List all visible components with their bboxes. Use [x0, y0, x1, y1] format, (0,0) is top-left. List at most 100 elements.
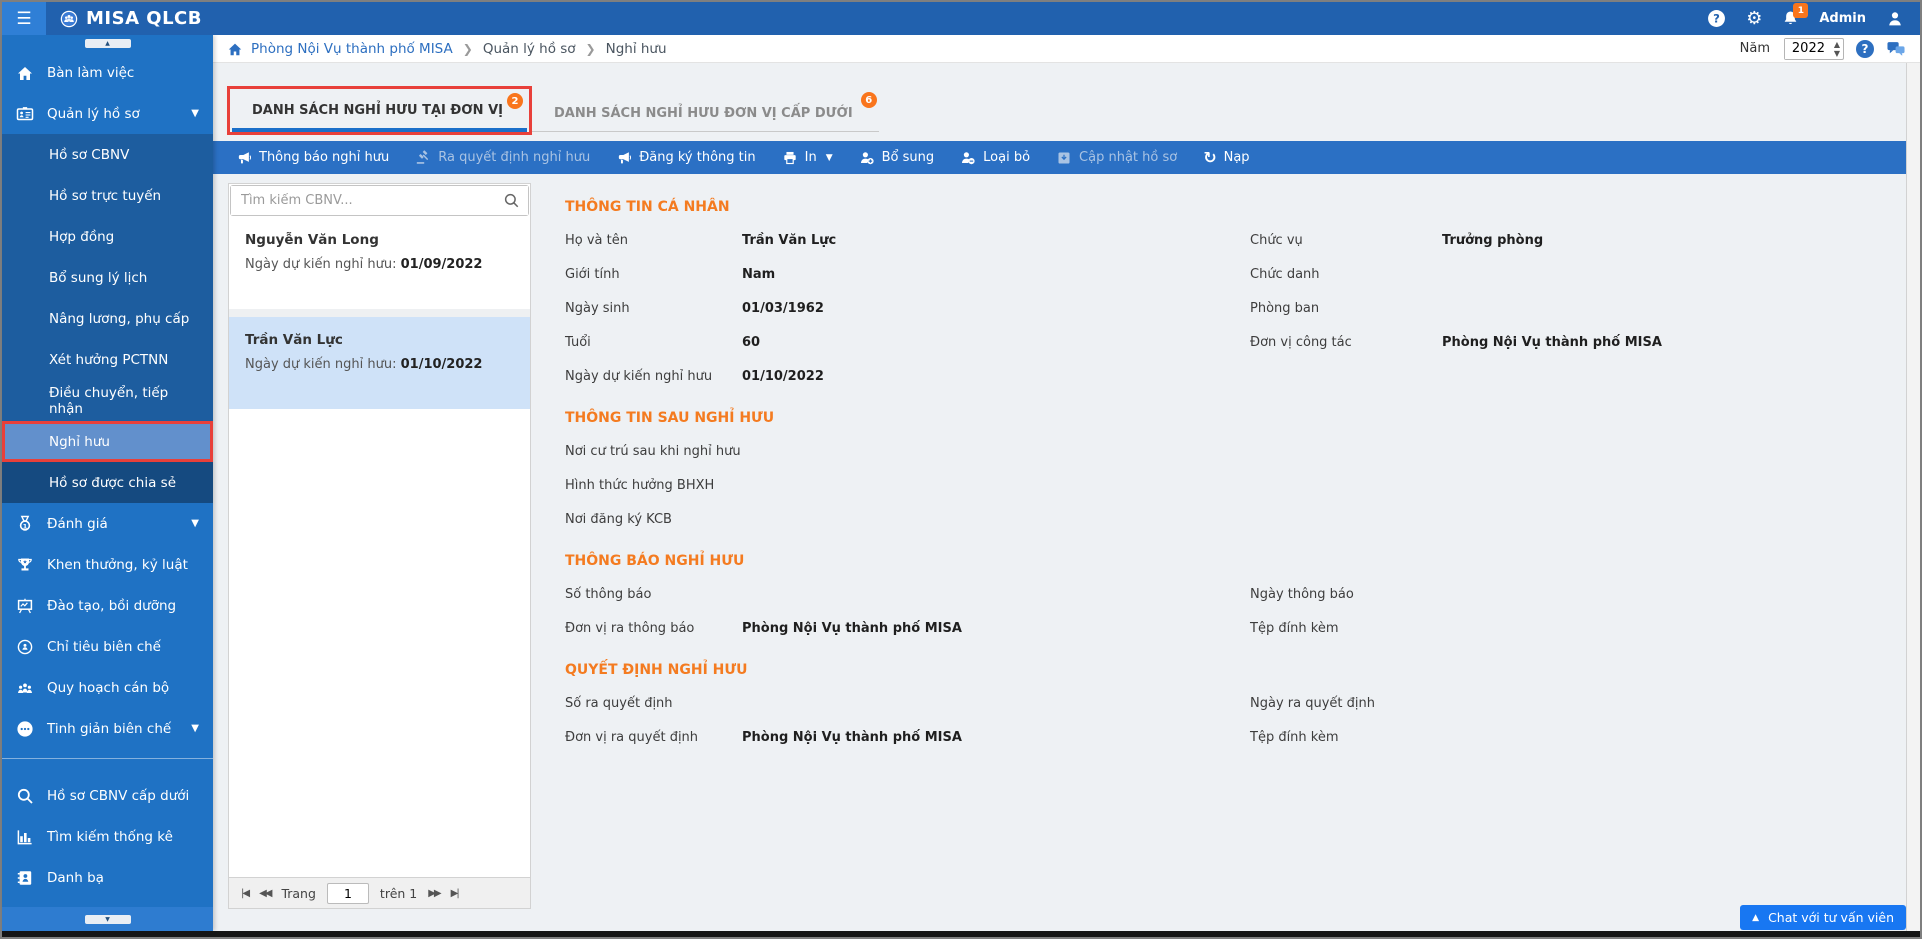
last-page-button[interactable]: ▶| — [451, 888, 460, 899]
chat-bubbles-icon[interactable] — [1886, 41, 1906, 57]
sidebar-scroll-up[interactable]: ▲ — [84, 39, 131, 48]
search-icon — [17, 788, 33, 804]
sidebar-item-ban-lam-viec[interactable]: Bàn làm việc — [2, 52, 213, 93]
cap-nhat-ho-so-button[interactable]: Cập nhật hồ sơ — [1043, 141, 1190, 174]
detail-row: Nơi cư trú sau khi nghỉ hưu — [565, 434, 1895, 468]
home-icon[interactable] — [227, 41, 243, 57]
trophy-icon — [18, 558, 32, 570]
in-button[interactable]: In ▼ — [769, 141, 846, 174]
loai-bo-button[interactable]: Loại bỏ — [947, 141, 1043, 174]
sidebar-item-khen-thuong-ky-luat[interactable]: Khen thưởng, kỷ luật — [2, 544, 213, 585]
field-value: Phòng Nội Vụ thành phố MISA — [742, 620, 962, 636]
toolbar-button-label: Đăng ký thông tin — [639, 150, 756, 165]
top-bar: ☰ MISA QLCB ? ⚙ 1 Admin — [2, 2, 1920, 35]
sidebar-item-ho-so-duoc-chia-se[interactable]: Hồ sơ được chia sẻ — [2, 462, 213, 503]
sidebar-item-nang-luong-phu-cap[interactable]: Nâng lương, phụ cấp — [2, 298, 213, 339]
tab-danh-sach-nghi-huu-don-vi-cap-duoi[interactable]: DANH SÁCH NGHỈ HƯU ĐƠN VỊ CẤP DƯỚI 6 — [531, 92, 879, 135]
detail-row: Đơn vị ra thông báo Phòng Nội Vụ thành p… — [565, 611, 1895, 645]
help-icon[interactable]: ? — [1707, 9, 1726, 28]
field-label: Giới tính — [565, 266, 620, 282]
sidebar-item-xet-huong-pctnn[interactable]: Xét hưởng PCTNN — [2, 339, 213, 380]
sidebar-item-quan-ly-ho-so[interactable]: Quản lý hồ sơ ▼ — [2, 93, 213, 134]
thong-bao-nghi-huu-button[interactable]: Thông báo nghỉ hưu — [223, 141, 402, 174]
people-group-icon — [18, 683, 32, 693]
ra-quyet-dinh-nghi-huu-button[interactable]: Ra quyết định nghỉ hưu — [402, 141, 603, 174]
dang-ky-thong-tin-button[interactable]: Đăng ký thông tin — [603, 141, 768, 174]
sidebar-item-ho-so-cbnv-cap-duoi[interactable]: Hồ sơ CBNV cấp dưới — [2, 775, 213, 816]
toolbar-button-label: Cập nhật hồ sơ — [1079, 150, 1178, 165]
dropdown-caret-icon: ▼ — [825, 152, 833, 163]
sidebar-item-ho-so-truc-tuyen[interactable]: Hồ sơ trực tuyến — [2, 175, 213, 216]
sidebar-item-ho-so-cbnv[interactable]: Hồ sơ CBNV — [2, 134, 213, 175]
prev-page-button[interactable]: ◀◀ — [259, 888, 272, 899]
sidebar-item-dao-tao-boi-duong[interactable]: Đào tạo, bồi dưỡng — [2, 585, 213, 626]
search-box — [230, 185, 529, 216]
bell-icon[interactable]: 1 — [1782, 3, 1809, 27]
topbar-actions: ? ⚙ 1 Admin — [1707, 3, 1920, 28]
retire-date-label: Ngày dự kiến nghỉ hưu: — [245, 357, 401, 372]
chevron-down-icon: ▼ — [191, 518, 199, 529]
sidebar-item-dieu-chuyen-tiep-nhan[interactable]: Điều chuyển, tiếp nhận — [2, 380, 213, 421]
employee-list-item[interactable]: Nguyễn Văn Long Ngày dự kiến nghỉ hưu: 0… — [229, 217, 530, 309]
gear-icon[interactable]: ⚙ — [1746, 9, 1762, 28]
sidebar-item-label: Hợp đồng — [49, 228, 115, 245]
field-label: Số thông báo — [565, 586, 652, 602]
user-avatar-icon[interactable] — [1886, 10, 1904, 28]
sidebar-divider — [2, 758, 213, 759]
hamburger-menu-icon[interactable]: ☰ — [2, 2, 46, 35]
breadcrumb-unit[interactable]: Phòng Nội Vụ thành phố MISA — [251, 41, 453, 57]
field-label: Tuổi — [565, 334, 591, 350]
field-value: Trần Văn Lực — [742, 232, 837, 248]
employee-list-panel: Nguyễn Văn Long Ngày dự kiến nghỉ hưu: 0… — [228, 183, 531, 909]
sidebar-item-nghi-huu-active[interactable]: Nghỉ hưu — [2, 421, 213, 462]
inactive-tab-underline — [531, 131, 879, 132]
field-label: Chức vụ — [1250, 232, 1303, 248]
retire-date-label: Ngày dự kiến nghỉ hưu: — [245, 257, 401, 272]
sidebar-item-label: Hồ sơ trực tuyến — [49, 187, 162, 204]
page-number-input[interactable] — [326, 882, 369, 904]
field-label: Đơn vị ra quyết định — [565, 729, 699, 745]
misa-people-logo-icon — [60, 10, 78, 27]
field-value: Phòng Nội Vụ thành phố MISA — [1442, 334, 1662, 350]
tab-danh-sach-nghi-huu-tai-don-vi[interactable]: DANH SÁCH NGHỈ HƯU TẠI ĐƠN VỊ 2 — [227, 86, 532, 135]
search-input[interactable] — [231, 186, 528, 215]
chat-button-label: Chat với tư vấn viên — [1768, 910, 1894, 925]
toolbar-button-label: In — [804, 150, 817, 165]
tab-bar: DANH SÁCH NGHỈ HƯU TẠI ĐƠN VỊ 2 DANH SÁC… — [227, 86, 879, 135]
bo-sung-button[interactable]: Bổ sung — [846, 141, 948, 174]
sidebar-item-tinh-gian-bien-che[interactable]: Tinh giản biên chế ▼ — [2, 708, 213, 749]
sidebar-item-hop-dong[interactable]: Hợp đồng — [2, 216, 213, 257]
breadcrumb-module[interactable]: Quản lý hồ sơ — [483, 41, 576, 57]
employee-name: Nguyễn Văn Long — [245, 232, 379, 248]
year-spinner-arrows[interactable]: ▲ ▼ — [1834, 40, 1840, 58]
chat-support-button[interactable]: ▲ Chat với tư vấn viên — [1740, 905, 1906, 930]
nap-button[interactable]: ↻ Nạp — [1190, 141, 1262, 174]
sidebar-scroll-down[interactable]: ▼ — [84, 914, 131, 924]
field-label: Đơn vị công tác — [1250, 334, 1352, 350]
breadcrumb-separator: ❯ — [462, 41, 473, 56]
year-input[interactable] — [1785, 38, 1825, 59]
sidebar-item-danh-ba[interactable]: Danh bạ — [2, 857, 213, 898]
sidebar-item-label: Chỉ tiêu biên chế — [47, 638, 161, 655]
breadcrumb-right-controls: Năm ▲▼ ? — [1740, 37, 1906, 60]
sidebar-item-tim-kiem-thong-ke[interactable]: Tìm kiếm thống kê — [2, 816, 213, 857]
sidebar-item-chi-tieu-bien-che[interactable]: Chỉ tiêu biên chế — [2, 626, 213, 667]
employee-list-item-selected[interactable]: Trần Văn Lực Ngày dự kiến nghỉ hưu: 01/1… — [229, 317, 530, 409]
printer-icon — [783, 151, 796, 164]
refresh-icon: ↻ — [1203, 147, 1217, 167]
next-page-button[interactable]: ▶▶ — [428, 888, 441, 899]
tab-label: DANH SÁCH NGHỈ HƯU TẠI ĐƠN VỊ — [252, 103, 503, 118]
sidebar-item-label: Khen thưởng, kỷ luật — [47, 556, 188, 573]
section-title-personal: THÔNG TIN CÁ NHÂN — [565, 199, 730, 215]
first-page-button[interactable]: |◀ — [241, 888, 250, 899]
app-window: ☰ MISA QLCB ? ⚙ 1 Admin Phòng Nội Vụ thà… — [0, 0, 1922, 939]
sidebar-item-quy-hoach-can-bo[interactable]: Quy hoạch cán bộ — [2, 667, 213, 708]
sidebar-item-bo-sung-ly-lich[interactable]: Bổ sung lý lịch — [2, 257, 213, 298]
sidebar-item-label: Đào tạo, bồi dưỡng — [47, 597, 177, 614]
help-circle-icon[interactable]: ? — [1856, 39, 1874, 58]
search-icon[interactable] — [503, 192, 520, 209]
field-label: Số ra quyết định — [565, 695, 673, 711]
toolbar-button-label: Loại bỏ — [983, 150, 1031, 165]
sidebar-item-danh-gia[interactable]: 1 Đánh giá ▼ — [2, 503, 213, 544]
field-label: Ngày dự kiến nghỉ hưu — [565, 368, 713, 384]
